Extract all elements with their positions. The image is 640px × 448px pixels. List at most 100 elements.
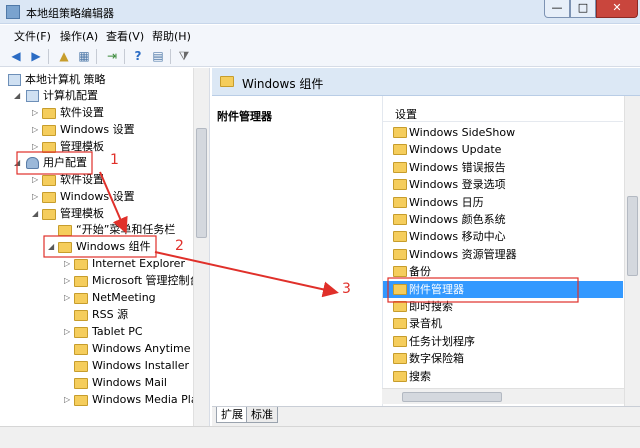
folder-icon	[42, 208, 56, 220]
scroll-thumb[interactable]	[196, 128, 207, 238]
list-item[interactable]: Windows 颜色系统	[383, 211, 623, 228]
tree-item-label: Windows Anytime Up	[92, 342, 209, 355]
list-item[interactable]: Windows 移动中心	[383, 228, 623, 245]
tree-item-label: 管理模板	[60, 140, 104, 153]
folder-icon	[74, 343, 88, 355]
minimize-button[interactable]: —	[544, 0, 570, 18]
tree-computer-config-label: 计算机配置	[43, 89, 98, 102]
scroll-thumb[interactable]	[402, 392, 502, 402]
collapsed-arrow-icon[interactable]: ▷	[32, 172, 38, 188]
tree-uc-software[interactable]: 软件设置	[42, 172, 104, 188]
list-item[interactable]: Windows 资源管理器	[383, 246, 623, 263]
list-item[interactable]: 搜索	[383, 368, 623, 385]
list-item[interactable]: Windows 日历	[383, 194, 623, 211]
folder-icon	[393, 144, 407, 156]
collapsed-arrow-icon[interactable]: ▷	[64, 256, 70, 272]
list-item[interactable]: 数字保险箱	[383, 350, 623, 367]
collapsed-arrow-icon[interactable]: ▷	[64, 290, 70, 306]
list-item-label: 即时搜索	[409, 300, 453, 313]
tree-item-label: Windows 组件	[76, 240, 151, 253]
column-header-label: 设置	[395, 108, 417, 121]
expand-arrow-icon[interactable]: ◢	[32, 206, 38, 222]
menu-help[interactable]: 帮助(H)	[152, 28, 191, 44]
menu-action[interactable]: 操作(A)	[60, 28, 98, 44]
collapsed-arrow-icon[interactable]: ▷	[32, 122, 38, 138]
folder-icon	[74, 360, 88, 372]
list-item[interactable]: Windows Update	[383, 141, 623, 158]
tree-start-menu[interactable]: “开始”菜单和任务栏	[58, 222, 175, 238]
maximize-button[interactable]: □	[570, 0, 596, 18]
annotation-number-1: 1	[110, 152, 119, 168]
tree-cc-software[interactable]: 软件设置	[42, 105, 104, 121]
filter-icon[interactable]: ⧩	[176, 48, 192, 64]
tree-computer-config[interactable]: 计算机配置	[26, 88, 98, 104]
forward-icon[interactable]: ▶	[28, 48, 44, 64]
folder-icon	[393, 266, 407, 278]
folder-icon	[393, 179, 407, 191]
folder-icon	[42, 174, 56, 186]
list-item[interactable]: Windows 错误报告	[383, 159, 623, 176]
folder-icon	[393, 370, 407, 382]
column-header-settings[interactable]: 设置	[383, 104, 623, 122]
tree-wc-tablet-pc[interactable]: Tablet PC	[74, 324, 143, 340]
collapsed-arrow-icon[interactable]: ▷	[32, 189, 38, 205]
tree-wc-netmeeting[interactable]: NetMeeting	[74, 290, 156, 306]
details-title: Windows 组件	[242, 77, 324, 91]
properties-icon[interactable]: ▤	[150, 48, 166, 64]
tree-wc-installer[interactable]: Windows Installer	[74, 358, 189, 374]
tree-wc-mmc[interactable]: Microsoft 管理控制台	[74, 273, 201, 289]
list-item[interactable]: 任务计划程序	[383, 333, 623, 350]
folder-icon	[74, 258, 88, 270]
menu-view[interactable]: 查看(V)	[106, 28, 144, 44]
list-item[interactable]: 备份	[383, 263, 623, 280]
tree-user-config[interactable]: 用户配置	[26, 155, 87, 171]
tree-wc-media-player[interactable]: Windows Media Play	[74, 392, 204, 408]
export-icon[interactable]: ⇥	[104, 48, 120, 64]
tree-wc-ie[interactable]: Internet Explorer	[74, 256, 185, 272]
back-icon[interactable]: ◀	[8, 48, 24, 64]
list-item-label: 搜索	[409, 369, 431, 383]
tree-wc-mail[interactable]: Windows Mail	[74, 375, 167, 391]
tab-extended[interactable]: 扩展	[216, 407, 248, 423]
expand-arrow-icon[interactable]: ◢	[14, 155, 20, 171]
show-hide-tree-icon[interactable]: ▦	[76, 48, 92, 64]
list-item[interactable]: Windows SideShow	[383, 124, 623, 141]
list-item[interactable]: 录音机	[383, 315, 623, 332]
list-item[interactable]: 即时搜索	[383, 298, 623, 315]
list-item[interactable]: 附件管理器	[383, 280, 623, 298]
collapsed-arrow-icon[interactable]: ▷	[64, 324, 70, 340]
tree-item-label: NetMeeting	[92, 291, 156, 304]
tree-wc-anytime-upgrade[interactable]: Windows Anytime Up	[74, 341, 209, 357]
expand-arrow-icon[interactable]: ◢	[48, 239, 54, 255]
list-horizontal-scrollbar[interactable]	[382, 388, 624, 404]
tab-standard[interactable]: 标准	[246, 407, 278, 423]
list-item-label: Windows 资源管理器	[409, 247, 517, 261]
collapsed-arrow-icon[interactable]: ▷	[64, 392, 70, 408]
help-icon[interactable]: ?	[130, 48, 146, 64]
tree-cc-windows-settings[interactable]: Windows 设置	[42, 122, 135, 138]
toolbar-separator	[96, 49, 97, 64]
tree-root-label: 本地计算机 策略	[25, 73, 106, 86]
tree-uc-windows-settings[interactable]: Windows 设置	[42, 189, 135, 205]
scroll-thumb[interactable]	[627, 196, 638, 276]
view-tabs: 扩展 标准	[212, 406, 640, 426]
collapsed-arrow-icon[interactable]: ▷	[32, 139, 38, 155]
list-vertical-scrollbar[interactable]	[624, 96, 640, 406]
tree-cc-admin-templates[interactable]: 管理模板	[42, 139, 104, 155]
list-item-label: Windows Update	[409, 143, 502, 157]
tree-wc-rss[interactable]: RSS 源	[74, 307, 128, 323]
collapsed-arrow-icon[interactable]: ▷	[64, 273, 70, 289]
up-folder-icon[interactable]: ▲	[56, 48, 72, 64]
collapsed-arrow-icon[interactable]: ▷	[32, 105, 38, 121]
folder-icon	[393, 161, 407, 173]
expand-arrow-icon[interactable]: ◢	[14, 88, 20, 104]
tree-root[interactable]: 本地计算机 策略	[8, 72, 106, 88]
tree-windows-components[interactable]: Windows 组件	[58, 239, 151, 255]
annotation-number-2: 2	[175, 238, 184, 254]
menu-file[interactable]: 文件(F)	[14, 28, 51, 44]
tree-uc-admin-templates[interactable]: 管理模板	[42, 206, 104, 222]
tree-item-label: 管理模板	[60, 207, 104, 220]
list-item[interactable]: Windows 登录选项	[383, 176, 623, 193]
tree-vertical-scrollbar[interactable]	[193, 68, 209, 448]
close-button[interactable]: ✕	[596, 0, 638, 18]
